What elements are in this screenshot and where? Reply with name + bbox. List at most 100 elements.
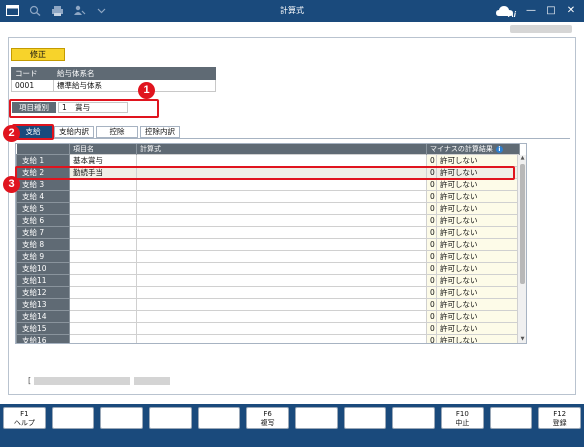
negative-result-cell[interactable]: 許可しない [436,190,520,203]
fkey-button[interactable] [197,407,241,429]
negative-result-cell[interactable]: 許可しない [436,322,520,335]
negative-result-cell[interactable]: 許可しない [436,274,520,287]
item-name-cell[interactable]: 基本賞与 [69,154,137,167]
negative-flag-cell[interactable]: 0 [426,226,437,239]
item-name-cell[interactable] [69,298,137,311]
fkey-button[interactable]: F12 登録 [538,407,581,429]
tab-deduction[interactable]: 控除 [96,126,138,138]
item-name-cell[interactable] [69,226,137,239]
callout-highlight-row [15,166,515,180]
negative-flag-cell[interactable]: 0 [426,310,437,323]
negative-result-cell[interactable]: 許可しない [436,298,520,311]
table-row[interactable]: 支給 1 基本賞与 0 許可しない [16,154,520,167]
formula-cell[interactable] [136,238,427,251]
negative-flag-cell[interactable]: 0 [426,190,437,203]
fkey-button[interactable] [343,407,387,429]
negative-result-cell[interactable]: 許可しない [436,178,520,191]
formula-cell[interactable] [136,334,427,343]
maximize-button[interactable]: □ [541,3,561,19]
formula-cell[interactable] [136,154,427,167]
table-row[interactable]: 支給10 0 許可しない [16,262,520,275]
scroll-up-icon[interactable]: ▲ [519,155,526,162]
negative-result-cell[interactable]: 許可しない [436,202,520,215]
formula-cell[interactable] [136,202,427,215]
table-row[interactable]: 支給13 0 許可しない [16,298,520,311]
table-row[interactable]: 支給 8 0 許可しない [16,238,520,251]
negative-flag-cell[interactable]: 0 [426,178,437,191]
negative-flag-cell[interactable]: 0 [426,322,437,335]
negative-result-cell[interactable]: 許可しない [436,238,520,251]
item-name-cell[interactable] [69,310,137,323]
formula-cell[interactable] [136,226,427,239]
negative-flag-cell[interactable]: 0 [426,334,437,343]
negative-flag-cell[interactable]: 0 [426,202,437,215]
table-row[interactable]: 支給15 0 許可しない [16,322,520,335]
formula-cell[interactable] [136,274,427,287]
table-row[interactable]: 支給 9 0 許可しない [16,250,520,263]
formula-cell[interactable] [136,190,427,203]
negative-result-cell[interactable]: 許可しない [436,310,520,323]
negative-flag-cell[interactable]: 0 [426,214,437,227]
close-button[interactable]: ✕ [561,3,581,19]
negative-flag-cell[interactable]: 0 [426,238,437,251]
negative-result-cell[interactable]: 許可しない [436,154,520,167]
negative-flag-cell[interactable]: 0 [426,298,437,311]
negative-result-cell[interactable]: 許可しない [436,250,520,263]
grid-scrollbar[interactable]: ▲ ▼ [517,155,526,343]
negative-result-cell[interactable]: 許可しない [436,286,520,299]
formula-cell[interactable] [136,250,427,263]
negative-flag-cell[interactable]: 0 [426,262,437,275]
negative-flag-cell[interactable]: 0 [426,250,437,263]
table-row[interactable]: 支給16 0 許可しない [16,334,520,343]
tab-payment-detail[interactable]: 支給内訳 [54,126,94,138]
formula-cell[interactable] [136,322,427,335]
fkey-button[interactable]: F1 ヘルプ [3,407,46,429]
fkey-button[interactable]: F10 中止 [441,407,484,429]
negative-flag-cell[interactable]: 0 [426,286,437,299]
table-row[interactable]: 支給 4 0 許可しない [16,190,520,203]
negative-flag-cell[interactable]: 0 [426,274,437,287]
formula-cell[interactable] [136,178,427,191]
edit-button[interactable]: 修正 [11,48,65,61]
negative-result-cell[interactable]: 許可しない [436,262,520,275]
formula-cell[interactable] [136,310,427,323]
tab-deduction-detail[interactable]: 控除内訳 [140,126,180,138]
scroll-thumb[interactable] [520,164,525,284]
negative-flag-cell[interactable]: 0 [426,154,437,167]
formula-cell[interactable] [136,214,427,227]
item-name-cell[interactable] [69,286,137,299]
formula-cell[interactable] [136,262,427,275]
negative-result-cell[interactable]: 許可しない [436,214,520,227]
fkey-button[interactable] [489,407,533,429]
item-name-cell[interactable] [69,322,137,335]
formula-cell[interactable] [136,298,427,311]
table-row[interactable]: 支給14 0 許可しない [16,310,520,323]
table-row[interactable]: 支給 7 0 許可しない [16,226,520,239]
fkey-button[interactable] [100,407,143,429]
item-name-cell[interactable] [69,214,137,227]
table-row[interactable]: 支給 3 0 許可しない [16,178,520,191]
table-row[interactable]: 支給 6 0 許可しない [16,214,520,227]
item-name-cell[interactable] [69,262,137,275]
item-name-cell[interactable] [69,190,137,203]
info-icon[interactable]: i [495,146,503,153]
item-name-cell[interactable] [69,334,137,343]
table-row[interactable]: 支給11 0 許可しない [16,274,520,287]
fkey-button[interactable] [149,407,192,429]
table-row[interactable]: 支給 5 0 許可しない [16,202,520,215]
fkey-button[interactable] [295,407,338,429]
item-name-cell[interactable] [69,202,137,215]
negative-result-cell[interactable]: 許可しない [436,334,520,343]
item-name-cell[interactable] [69,250,137,263]
negative-result-cell[interactable]: 許可しない [436,226,520,239]
fkey-button[interactable] [392,407,435,429]
minimize-button[interactable]: — [521,3,541,19]
formula-cell[interactable] [136,286,427,299]
fkey-button[interactable] [51,407,95,429]
item-name-cell[interactable] [69,238,137,251]
item-name-cell[interactable] [69,178,137,191]
table-row[interactable]: 支給12 0 許可しない [16,286,520,299]
item-name-cell[interactable] [69,274,137,287]
scroll-down-icon[interactable]: ▼ [519,336,526,343]
fkey-button[interactable]: F6 複写 [246,407,289,429]
